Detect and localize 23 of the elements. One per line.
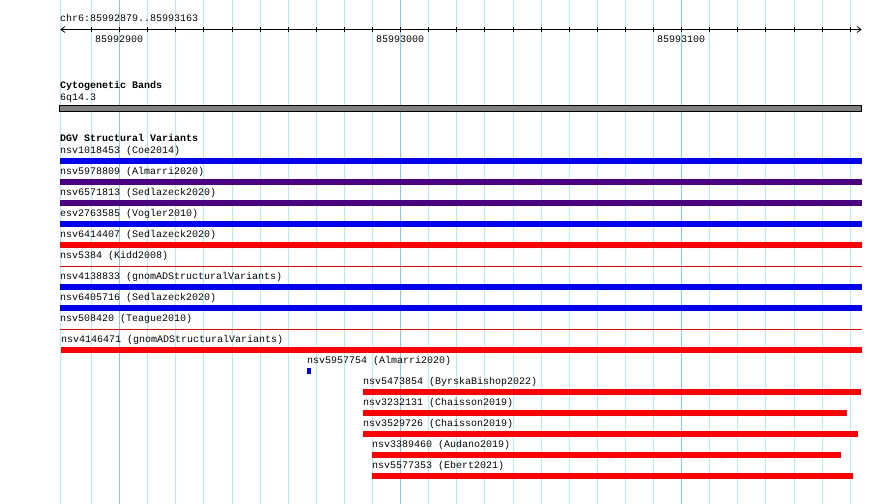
variant-label: nsv4138833 (gnomADStructuralVariants) [60, 272, 282, 284]
variant-label: nsv6405716 (Sedlazeck2020) [60, 293, 216, 305]
variant-label: nsv508420 (Teague2010) [60, 314, 192, 326]
variant-label: nsv1018453 (Coe2014) [60, 146, 180, 158]
variant-label: nsv5577353 (Ebert2021) [372, 461, 504, 473]
variant-label: nsv5473854 (ByrskaBishop2022) [363, 377, 538, 389]
variant-label: nsv6571813 (Sedlazeck2020) [60, 188, 216, 200]
tick-label: 85992900 [95, 35, 143, 47]
genomic-position: chr6:85992879..85993163 [60, 14, 200, 26]
tick-label: 85993000 [376, 35, 424, 47]
variant-label: esv2763585 (Vogler2010) [60, 209, 198, 221]
variant-label: nsv3389460 (Audano2019) [372, 440, 510, 452]
track-title: Cytogenetic Bands [60, 81, 164, 93]
tick-label: 85993100 [657, 35, 705, 47]
band-label: 6q14.3 [60, 93, 98, 105]
variant-label: nsv3232131 (Chaisson2019) [363, 398, 514, 410]
variant-label: nsv5384 (Kidd2008) [60, 251, 168, 263]
variant-label: nsv5957754 (Almarri2020) [307, 356, 452, 368]
variant-label: nsv3529726 (Chaisson2019) [363, 419, 514, 431]
variant-label: nsv6414407 (Sedlazeck2020) [60, 230, 216, 242]
track-title: DGV Structural Variants [60, 134, 200, 146]
variant-label: nsv5978809 (Almarri2020) [60, 167, 204, 179]
variant-label: nsv4146471 (gnomADStructuralVariants) [61, 335, 284, 347]
